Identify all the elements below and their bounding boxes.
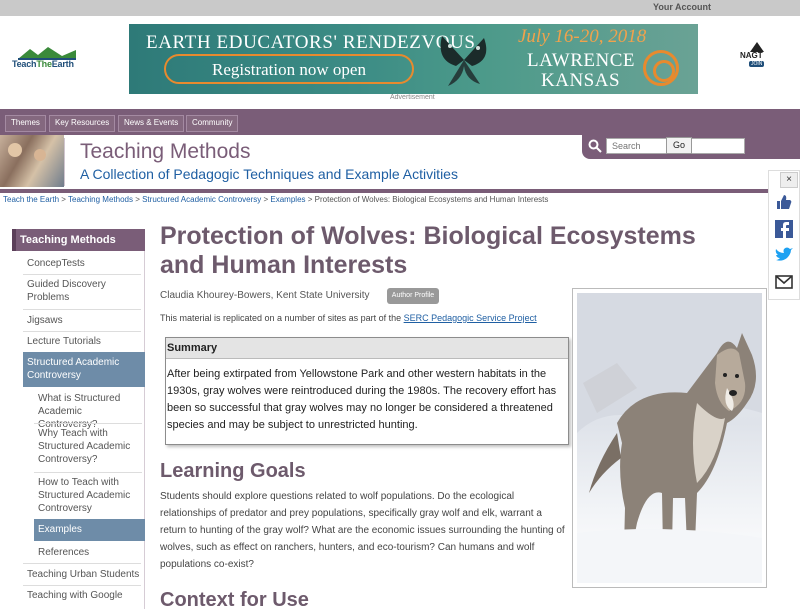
author-profile-button[interactable]: Author Profile — [387, 288, 439, 304]
banner-registration-text: Registration now open — [212, 60, 366, 79]
sidebar-item-teaching-urban-students[interactable]: Teaching Urban Students — [27, 568, 141, 581]
replicated-text: This material is replicated on a number … — [160, 313, 404, 323]
sidebar-subitem-why-teach[interactable]: Why Teach with Structured Academic Contr… — [38, 427, 142, 466]
sidebar-subitem-references[interactable]: References — [38, 546, 142, 559]
teach-the-earth-logo[interactable]: TeachTheEarth — [12, 44, 82, 74]
sidebar-item-guided-discovery[interactable]: Guided Discovery Problems — [27, 278, 137, 304]
learning-goals-text: Students should explore questions relate… — [160, 491, 565, 570]
nav-key-resources[interactable]: Key Resources — [49, 115, 116, 132]
breadcrumb-sep: > — [132, 195, 143, 204]
breadcrumb: Teach the Earth > Teaching Methods > Str… — [3, 195, 548, 204]
search-icon — [588, 139, 602, 153]
spiral-icon — [643, 50, 679, 86]
facebook-icon[interactable] — [774, 220, 794, 238]
banner-registration-pill: Registration now open — [164, 54, 414, 84]
nagt-text: NAGT — [740, 51, 763, 60]
main-nav: Themes Key Resources News & Events Commu… — [0, 109, 800, 135]
nav-themes[interactable]: Themes — [5, 115, 46, 132]
serc-project-link[interactable]: SERC Pedagogic Service Project — [404, 313, 537, 323]
summary-box: Summary After being extirpated from Yell… — [165, 337, 569, 445]
banner-headline: EARTH EDUCATORS' RENDEZVOUS — [146, 32, 476, 53]
breadcrumb-structured-academic-controversy[interactable]: Structured Academic Controversy — [142, 195, 261, 204]
logo-mountain-icon — [18, 47, 76, 60]
rendezvous-banner-ad[interactable]: EARTH EDUCATORS' RENDEZVOUS Registration… — [129, 24, 698, 94]
email-icon[interactable] — [774, 273, 794, 291]
breadcrumb-sep: > — [59, 195, 69, 204]
breadcrumb-examples[interactable]: Examples — [270, 195, 305, 204]
like-icon[interactable] — [774, 193, 794, 211]
author-name: Claudia Khourey-Bowers, Kent State Unive… — [160, 290, 370, 301]
share-close-button[interactable]: × — [780, 172, 798, 188]
header-divider — [64, 138, 65, 186]
sidebar-heading-label: Teaching Methods — [20, 234, 116, 246]
sidebar-item-structured-academic-controversy[interactable]: Structured Academic Controversy — [23, 352, 145, 387]
sidebar-heading[interactable]: Teaching Methods — [12, 229, 145, 251]
page-title: Protection of Wolves: Biological Ecosyst… — [160, 222, 696, 279]
breadcrumb-sep: > — [305, 195, 315, 204]
advertisement-label: Advertisement — [390, 94, 435, 101]
butterfly-icon — [440, 36, 487, 86]
section-header-photo — [0, 135, 64, 187]
section-bottom-bar — [0, 189, 800, 193]
breadcrumb-current: Protection of Wolves: Biological Ecosyst… — [314, 195, 549, 204]
nav-community[interactable]: Community — [186, 115, 239, 132]
sidebar-subitem-examples[interactable]: Examples — [34, 519, 145, 541]
breadcrumb-teaching-methods[interactable]: Teaching Methods — [68, 195, 133, 204]
logo-text-2: The — [36, 59, 52, 69]
wolf-photo[interactable] — [572, 288, 767, 588]
banner-date: July 16-20, 2018 — [518, 26, 647, 47]
search-go-button[interactable]: Go — [666, 137, 692, 154]
section-subtitle: A Collection of Pedagogic Techniques and… — [80, 166, 458, 182]
summary-heading: Summary — [166, 338, 568, 359]
banner-state: KANSAS — [541, 70, 621, 91]
sidebar-item-teaching-with-google[interactable]: Teaching with Google — [27, 589, 141, 602]
sidebar-item-conceptests[interactable]: ConcepTests — [27, 257, 137, 270]
sidebar-item-jigsaws[interactable]: Jigsaws — [27, 314, 137, 327]
logo-text-1: Teach — [12, 59, 37, 69]
sidebar-subitem-how-to-teach[interactable]: How to Teach with Structured Academic Co… — [38, 476, 142, 515]
sidebar-subitem-what-is[interactable]: What is Structured Academic Controversy? — [38, 392, 142, 431]
context-heading: Context for Use — [160, 589, 309, 611]
logo-text-3: Earth — [51, 59, 74, 69]
sidebar-item-lecture-tutorials[interactable]: Lecture Tutorials — [27, 335, 137, 348]
nav-news-events[interactable]: News & Events — [118, 115, 185, 132]
learning-goals-heading: Learning Goals — [160, 460, 306, 482]
nagt-logo[interactable]: NAGT JOIN — [738, 42, 776, 68]
wolf-illustration — [577, 293, 762, 583]
your-account-link[interactable]: Your Account — [653, 2, 711, 12]
breadcrumb-teach-the-earth[interactable]: Teach the Earth — [3, 195, 59, 204]
wolf-image — [577, 293, 762, 583]
nagt-join-badge: JOIN — [749, 61, 765, 67]
replicated-note: This material is replicated on a number … — [160, 313, 537, 323]
twitter-icon[interactable] — [774, 246, 794, 264]
account-bar: Your Account — [0, 0, 800, 16]
sidebar: Teaching Methods ConcepTests Guided Disc… — [12, 229, 145, 609]
banner-city: LAWRENCE — [527, 50, 636, 71]
section-title[interactable]: Teaching Methods — [80, 140, 250, 164]
summary-text: After being extirpated from Yellowstone … — [167, 368, 557, 431]
